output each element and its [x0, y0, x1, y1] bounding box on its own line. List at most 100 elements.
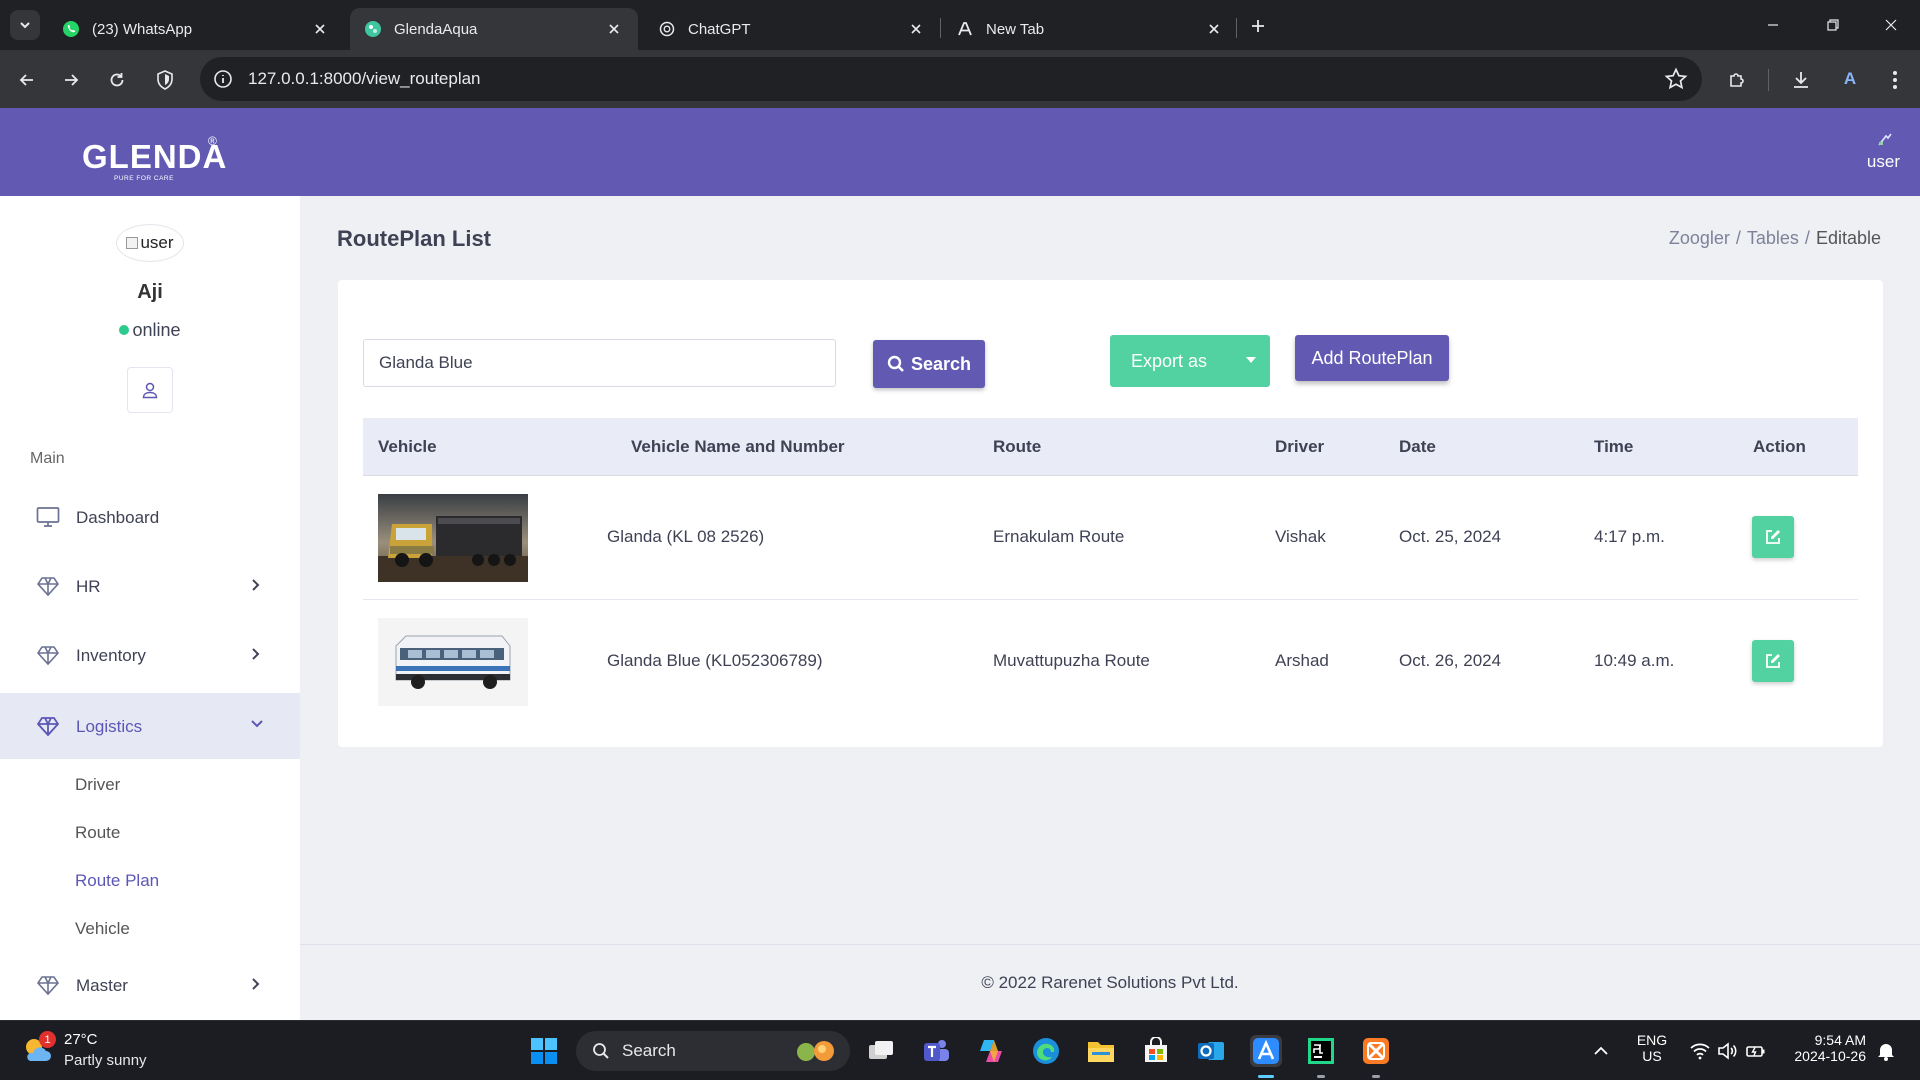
- profile-avatar[interactable]: A: [1836, 65, 1864, 93]
- add-routeplan-button[interactable]: Add RoutePlan: [1295, 335, 1449, 381]
- sidebar-item-label: Logistics: [76, 717, 143, 736]
- browser-menu-button[interactable]: [1880, 65, 1910, 95]
- teams-button[interactable]: [920, 1035, 952, 1067]
- search-highlight-icon: [797, 1041, 834, 1061]
- column-header: Time: [1594, 437, 1634, 456]
- language-indicator[interactable]: ENG US: [1636, 1032, 1668, 1064]
- close-tab-icon[interactable]: [906, 19, 926, 39]
- back-button[interactable]: [12, 65, 42, 95]
- sidebar-item-inventory[interactable]: Inventory: [0, 622, 300, 688]
- file-explorer-button[interactable]: [1085, 1035, 1117, 1067]
- sidebar-subitem-driver[interactable]: Driver: [75, 775, 120, 795]
- diamond-icon: [36, 976, 60, 996]
- routeplan-table: Vehicle Vehicle Name and Number Route Dr…: [363, 418, 1858, 724]
- store-icon: [1145, 1037, 1167, 1062]
- weather-condition: Partly sunny: [64, 1052, 147, 1069]
- new-tab-button[interactable]: [1245, 13, 1271, 39]
- tab-glendaaqua[interactable]: GlendaAqua: [350, 8, 638, 50]
- search-button[interactable]: Search: [873, 340, 985, 388]
- sidebar-subitem-vehicle[interactable]: Vehicle: [75, 919, 130, 939]
- tab-title: GlendaAqua: [394, 20, 478, 38]
- glenda-logo[interactable]: GLENDA ® PURE FOR CARE: [82, 134, 227, 182]
- edit-button[interactable]: [1752, 516, 1794, 558]
- tab-title: New Tab: [986, 20, 1045, 38]
- clock-time: 9:54 AM: [1814, 1032, 1866, 1048]
- task-view-icon: [869, 1041, 893, 1059]
- newtab-icon: [956, 20, 974, 38]
- language-code: ENG: [1636, 1032, 1668, 1048]
- breadcrumb-item[interactable]: Tables: [1747, 228, 1799, 248]
- sidebar-subitem-route-plan[interactable]: Route Plan: [75, 871, 159, 891]
- active-app-button[interactable]: [1250, 1035, 1282, 1067]
- chevron-right-icon: [252, 648, 260, 660]
- shield-icon: [157, 70, 173, 90]
- shield-button[interactable]: [150, 65, 180, 95]
- clock[interactable]: 9:54 AM 2024-10-26: [1780, 1032, 1866, 1064]
- sidebar-item-master[interactable]: Master: [0, 952, 300, 1018]
- bus-photo[interactable]: [378, 618, 528, 706]
- address-bar[interactable]: 127.0.0.1:8000/view_routeplan: [200, 57, 1702, 101]
- arrow-left-icon: [19, 74, 33, 86]
- close-tab-icon[interactable]: [604, 19, 624, 39]
- star-icon[interactable]: [1664, 67, 1688, 91]
- sidebar-section-main: Main: [30, 450, 65, 467]
- minimize-button[interactable]: [1760, 12, 1786, 38]
- diamond-icon: [36, 577, 60, 597]
- running-indicator: [1372, 1075, 1380, 1078]
- bell-icon: [1878, 1044, 1894, 1061]
- sidebar-item-logistics[interactable]: Logistics: [0, 693, 300, 759]
- tab-search-button[interactable]: [10, 10, 40, 40]
- start-button[interactable]: [528, 1035, 560, 1067]
- running-indicator: [1317, 1075, 1325, 1078]
- tab-chatgpt[interactable]: ChatGPT: [644, 8, 940, 50]
- notifications-button[interactable]: [1870, 1035, 1902, 1067]
- wifi-icon: [1690, 1043, 1710, 1060]
- profile-button[interactable]: [127, 367, 173, 413]
- quick-settings-button[interactable]: [1683, 1035, 1773, 1067]
- truck-photo[interactable]: [378, 494, 528, 582]
- forward-button[interactable]: [56, 65, 86, 95]
- close-window-button[interactable]: [1878, 12, 1904, 38]
- breadcrumb-separator: /: [1735, 228, 1741, 248]
- downloads-button[interactable]: [1786, 65, 1816, 95]
- site-info-icon[interactable]: [212, 68, 234, 90]
- edit-button[interactable]: [1752, 640, 1794, 682]
- user-status: online: [0, 320, 300, 341]
- restore-button[interactable]: [1820, 12, 1846, 38]
- breadcrumb-item[interactable]: Zoogler: [1669, 228, 1730, 248]
- xampp-button[interactable]: [1360, 1035, 1392, 1067]
- diamond-icon: [36, 717, 60, 737]
- task-view-button[interactable]: [865, 1035, 897, 1067]
- sidebar-subitem-route[interactable]: Route: [75, 823, 120, 843]
- column-header: Vehicle: [378, 437, 437, 456]
- column-header: Date: [1399, 437, 1436, 456]
- url-text[interactable]: 127.0.0.1:8000/view_routeplan: [248, 69, 481, 89]
- header-user-menu[interactable]: user: [1860, 132, 1900, 172]
- outlook-button[interactable]: [1195, 1035, 1227, 1067]
- reload-button[interactable]: [102, 65, 132, 95]
- time-cell: 10:49 a.m.: [1594, 651, 1675, 670]
- extensions-button[interactable]: [1722, 65, 1752, 95]
- breadcrumb-current: Editable: [1815, 228, 1881, 248]
- close-tab-icon[interactable]: [310, 19, 330, 39]
- copilot-button[interactable]: [975, 1035, 1007, 1067]
- sidebar-item-dashboard[interactable]: Dashboard: [0, 484, 300, 550]
- breadcrumb: Zoogler / Tables / Editable: [1666, 228, 1884, 249]
- tab-new-tab[interactable]: New Tab: [942, 8, 1238, 50]
- driver-cell: Vishak: [1275, 527, 1326, 546]
- copyright-text: © 2022 Rarenet Solutions Pvt Ltd.: [981, 973, 1239, 992]
- sidebar-item-label: Inventory: [76, 646, 146, 665]
- xampp-icon: [1363, 1038, 1389, 1064]
- store-button[interactable]: [1140, 1035, 1172, 1067]
- tab-whatsapp[interactable]: (23) WhatsApp: [48, 8, 344, 50]
- taskbar-search[interactable]: Search: [576, 1031, 850, 1071]
- tray-overflow-button[interactable]: [1585, 1035, 1617, 1067]
- puzzle-icon: [1730, 73, 1744, 87]
- edge-button[interactable]: [1030, 1035, 1062, 1067]
- close-tab-icon[interactable]: [1204, 19, 1224, 39]
- pycharm-button[interactable]: [1305, 1035, 1337, 1067]
- driver-cell: Arshad: [1275, 651, 1329, 670]
- sidebar-item-hr[interactable]: HR: [0, 553, 300, 619]
- search-input[interactable]: [363, 339, 836, 387]
- export-dropdown-button[interactable]: Export as: [1110, 335, 1270, 387]
